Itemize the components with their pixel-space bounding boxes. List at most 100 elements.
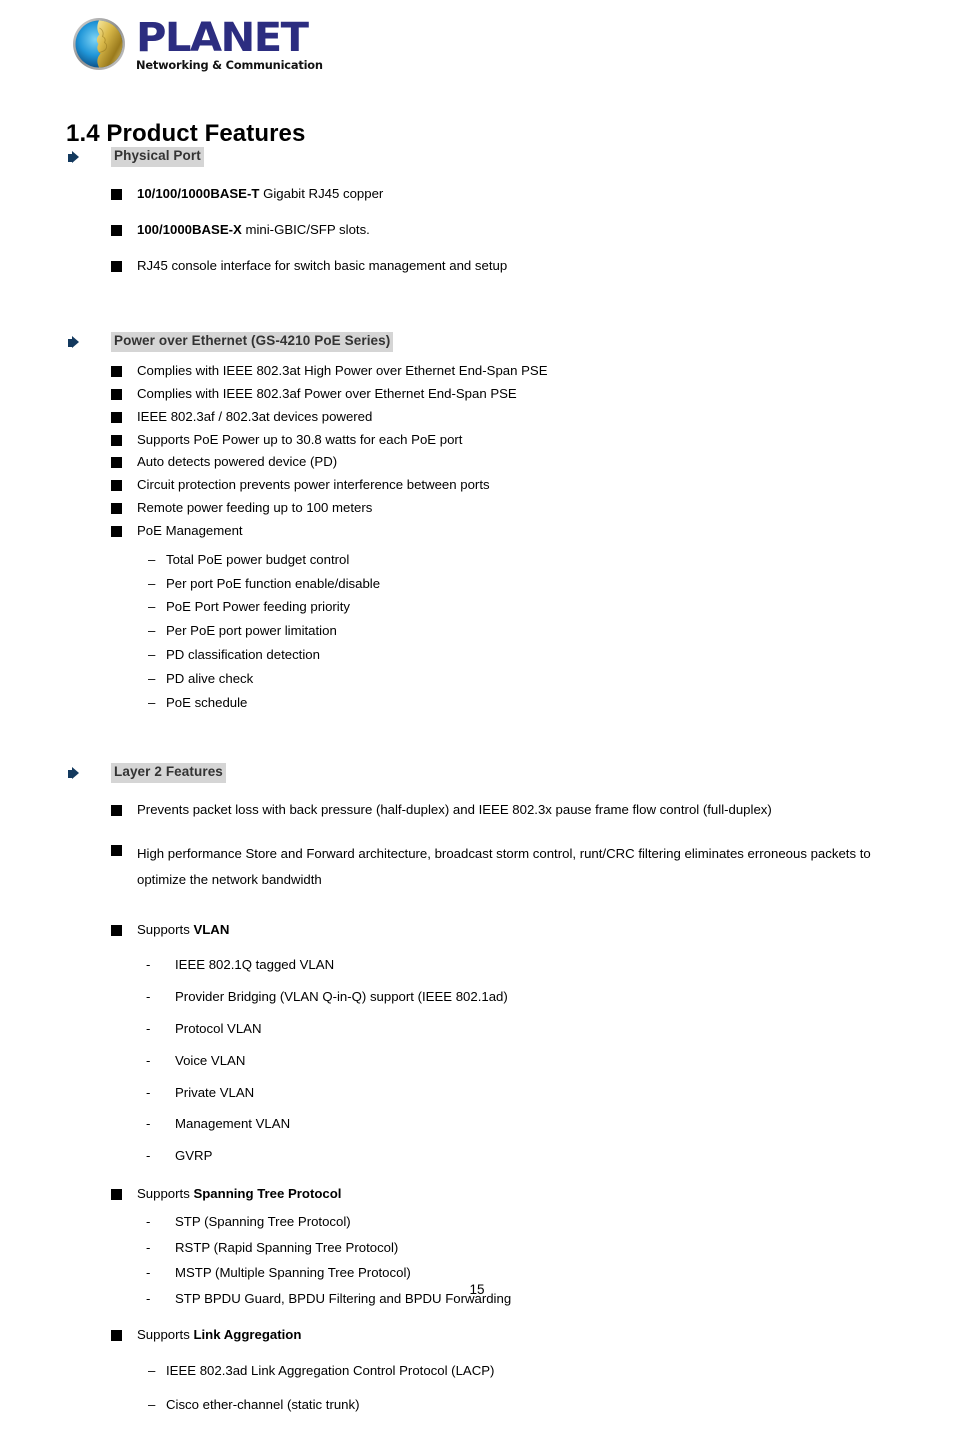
section-heading-label: Power over Ethernet (GS-4210 PoE Series) — [111, 332, 394, 353]
list-item: Supports VLAN — [0, 921, 954, 939]
stp-heading-list: Supports Spanning Tree Protocol — [0, 1185, 954, 1203]
list-item-text: Supports Spanning Tree Protocol — [137, 1186, 341, 1201]
hyphen-bullet-icon: - — [146, 1265, 151, 1281]
list-item: Auto detects powered device (PD) — [0, 453, 954, 471]
list-item-text: Management VLAN — [175, 1116, 291, 1132]
square-bullet-icon — [111, 457, 122, 469]
list-item-text: 100/1000BASE-X mini-GBIC/SFP slots. — [137, 222, 370, 237]
list-item: PoE Management — [0, 522, 954, 540]
list-item-text: Supports VLAN — [137, 922, 229, 937]
triangle-bullet-icon — [68, 336, 81, 349]
section-heading-label: Physical Port — [111, 147, 204, 167]
list-item-text: High performance Store and Forward archi… — [137, 846, 871, 887]
list-item: - Private VLAN — [0, 1084, 954, 1102]
list-item: – Cisco ether-channel (static trunk) — [0, 1396, 954, 1414]
list-item-text: Remote power feeding up to 100 meters — [137, 500, 373, 516]
dash-bullet-icon: – — [148, 1396, 156, 1412]
list-item: – Per port PoE function enable/disable — [0, 575, 954, 593]
list-item: - Protocol VLAN — [0, 1020, 954, 1038]
supports-prefix: Supports — [137, 921, 194, 937]
list-item: High performance Store and Forward archi… — [0, 841, 954, 892]
list-item-text: Private VLAN — [175, 1084, 255, 1100]
list-item: 10/100/1000BASE-T Gigabit RJ45 copper — [0, 185, 954, 203]
list-item: – Total PoE power budget control — [0, 551, 954, 569]
list-item-text: RSTP (Rapid Spanning Tree Protocol) — [175, 1239, 399, 1255]
features-content: Physical Port 10/100/1000BASE-T Gigabit … — [0, 147, 954, 1430]
square-bullet-icon — [111, 480, 122, 492]
list-item-text: Auto detects powered device (PD) — [137, 454, 338, 470]
square-bullet-icon — [111, 805, 122, 817]
supports-prefix: Supports — [137, 1186, 194, 1202]
list-item-text: PoE Port Power feeding priority — [166, 599, 350, 615]
list-item-rest: RJ45 console interface for switch basic … — [137, 257, 508, 273]
square-bullet-icon — [111, 260, 122, 272]
dash-bullet-icon: – — [148, 599, 156, 615]
dash-bullet-icon: – — [148, 1362, 156, 1378]
supports-emphasis: VLAN — [193, 921, 230, 937]
list-item-text: Cisco ether-channel (static trunk) — [166, 1396, 360, 1412]
list-item-text: Per port PoE function enable/disable — [166, 575, 381, 591]
list-item-text: Supports Link Aggregation — [137, 1327, 301, 1342]
document-page: PLANET Networking & Communication 1.4 Pr… — [0, 0, 954, 1412]
list-item-emphasis: 100/1000BASE-X — [137, 221, 242, 237]
list-item-text: IEEE 802.1Q tagged VLAN — [175, 957, 335, 973]
list-item-text: PD alive check — [166, 670, 254, 686]
list-item: Complies with IEEE 802.3af Power over Et… — [0, 385, 954, 403]
list-item-text: Circuit protection prevents power interf… — [137, 477, 490, 493]
page-number: 15 — [469, 1282, 485, 1297]
list-item-text: RJ45 console interface for switch basic … — [137, 258, 507, 273]
list-item: - Provider Bridging (VLAN Q-in-Q) support… — [0, 988, 954, 1006]
list-item: – PD classification detection — [0, 646, 954, 664]
square-bullet-icon — [111, 411, 122, 423]
square-bullet-icon — [111, 1330, 122, 1342]
square-bullet-icon — [111, 503, 122, 515]
lag-sublist: – IEEE 802.3ad Link Aggregation Control P… — [0, 1362, 954, 1414]
planet-globe-icon — [72, 17, 126, 71]
square-bullet-icon — [111, 924, 122, 936]
square-bullet-icon — [111, 845, 122, 857]
brand-tagline: Networking & Communication — [136, 58, 323, 72]
triangle-bullet-icon — [68, 151, 81, 164]
list-item: – PoE Port Power feeding priority — [0, 598, 954, 616]
list-item: - IEEE 802.1Q tagged VLAN — [0, 956, 954, 974]
supports-prefix: Supports — [137, 1327, 194, 1343]
list-item: RJ45 console interface for switch basic … — [0, 257, 954, 275]
list-item: Supports Spanning Tree Protocol — [0, 1185, 954, 1203]
list-item: – PD alive check — [0, 670, 954, 688]
hyphen-bullet-icon: - — [146, 989, 151, 1005]
hyphen-bullet-icon: - — [146, 1213, 151, 1229]
section-heading-row: Physical Port — [0, 147, 954, 167]
section-heading-label: Layer 2 Features — [111, 763, 226, 784]
section-layer-2-features: Layer 2 Features Prevents packet loss wi… — [0, 763, 954, 1413]
vlan-sublist: - IEEE 802.1Q tagged VLAN - Provider Bridg… — [0, 956, 954, 1165]
planet-wordmark: PLANET Networking & Communication — [136, 17, 325, 72]
list-item-rest: Gigabit RJ45 copper — [259, 185, 384, 201]
list-item: – Per PoE port power limitation — [0, 622, 954, 640]
list-item-text: Per PoE port power limitation — [166, 623, 337, 639]
list-item-text: MSTP (Multiple Spanning Tree Protocol) — [175, 1265, 411, 1281]
list-item: Remote power feeding up to 100 meters — [0, 499, 954, 517]
list-item-text: Complies with IEEE 802.3at High Power ov… — [137, 363, 548, 379]
hyphen-bullet-icon: - — [146, 1116, 151, 1132]
dash-bullet-icon: – — [148, 551, 156, 567]
list-item: 100/1000BASE-X mini-GBIC/SFP slots. — [0, 221, 954, 239]
list-item-text: Provider Bridging (VLAN Q-in-Q) support … — [175, 989, 508, 1005]
list-item: - STP (Spanning Tree Protocol) — [0, 1213, 954, 1231]
hyphen-bullet-icon: - — [146, 1052, 151, 1068]
square-bullet-icon — [111, 1189, 122, 1201]
list-item-text: Supports PoE Power up to 30.8 watts for … — [137, 431, 463, 447]
supports-emphasis: Link Aggregation — [193, 1327, 302, 1343]
list-item: – IEEE 802.3ad Link Aggregation Control P… — [0, 1362, 954, 1380]
list-item-text: IEEE 802.3af / 802.3at devices powered — [137, 408, 373, 424]
physical-port-list: 10/100/1000BASE-T Gigabit RJ45 copper 10… — [0, 185, 954, 274]
page-title: 1.4 Product Features — [66, 120, 306, 148]
list-item-text: Voice VLAN — [175, 1052, 246, 1068]
list-item-text: PD classification detection — [166, 646, 320, 662]
list-item-text: GVRP — [175, 1148, 213, 1164]
dash-bullet-icon: – — [148, 694, 156, 710]
list-item: – PoE schedule — [0, 694, 954, 712]
section-heading-row: Layer 2 Features — [0, 763, 954, 784]
list-item-text: PoE Management — [137, 522, 243, 538]
dash-bullet-icon: – — [148, 575, 156, 591]
hyphen-bullet-icon: - — [146, 1084, 151, 1100]
